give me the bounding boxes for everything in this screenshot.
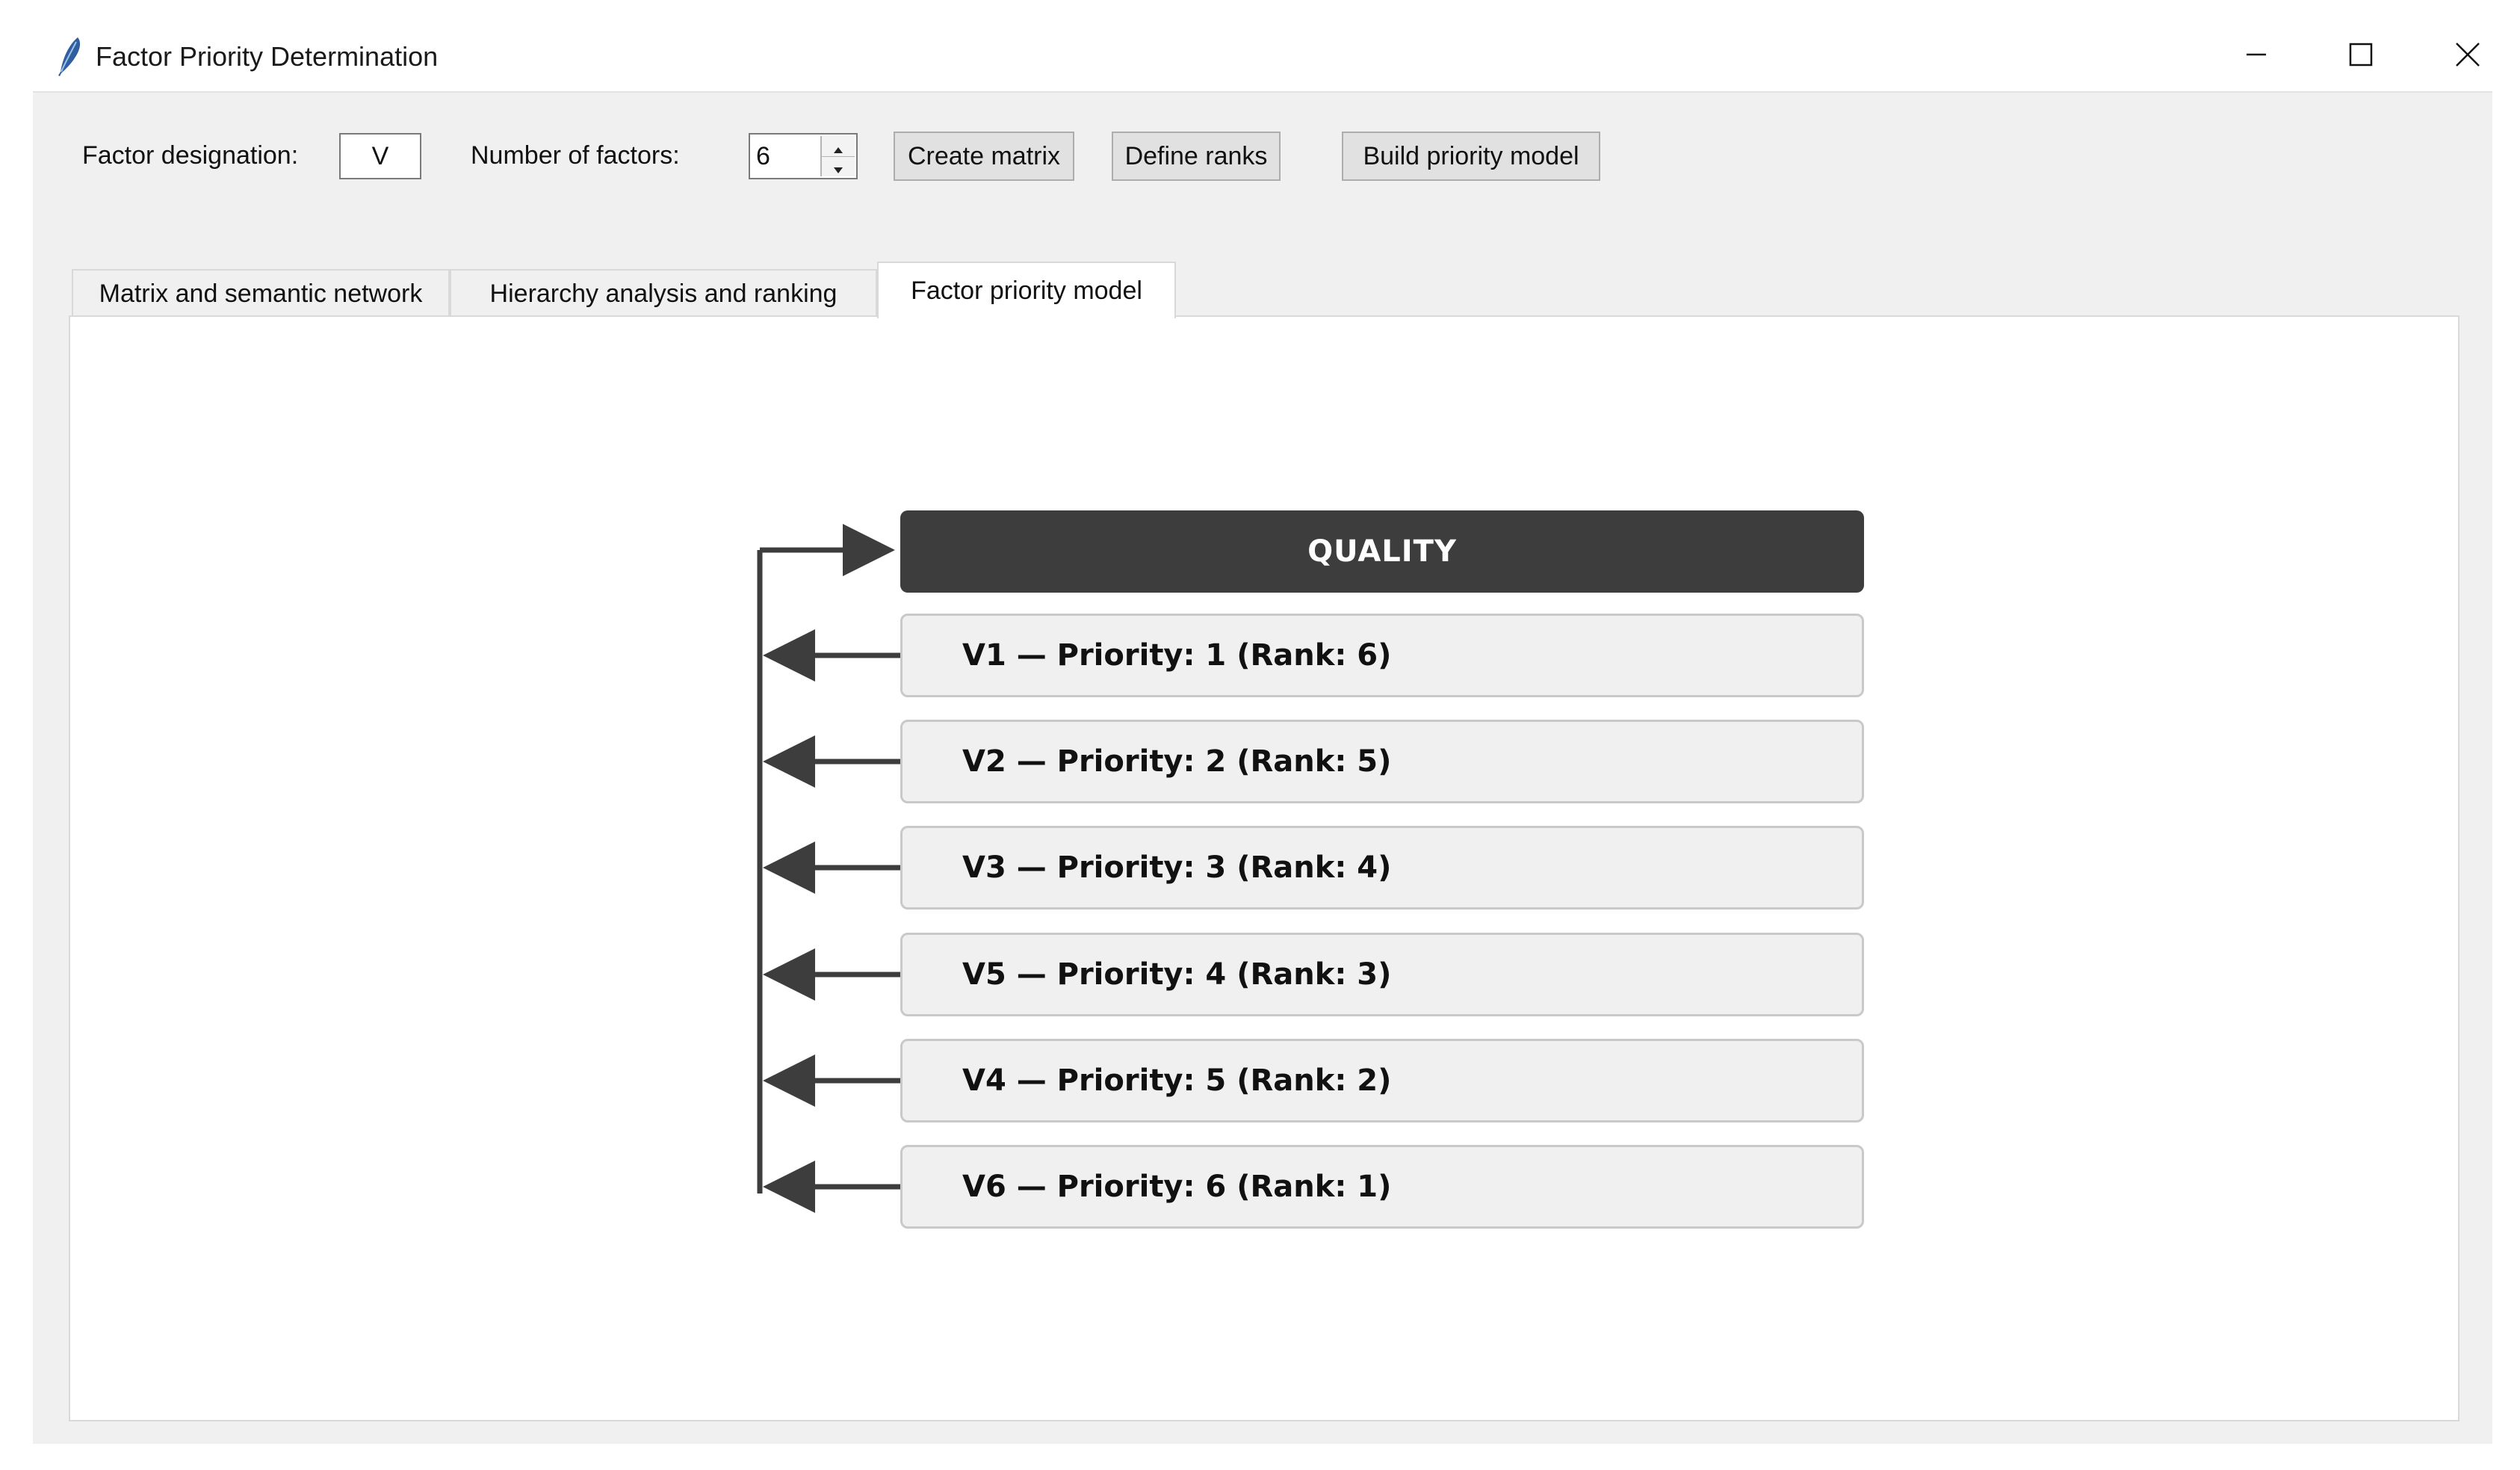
app-window: Factor Priority Determination Factor des… xyxy=(0,0,2520,1470)
close-icon xyxy=(2455,42,2480,71)
minimize-icon xyxy=(2245,43,2267,70)
factor-node: V3 — Priority: 3 (Rank: 4) xyxy=(900,826,1864,910)
quality-root-node: QUALITY xyxy=(900,510,1864,593)
number-of-factors-spinbox[interactable]: 6 xyxy=(749,133,858,179)
spinbox-buttons xyxy=(820,136,855,176)
factor-designation-input[interactable]: V xyxy=(339,133,421,179)
number-of-factors-value: 6 xyxy=(756,141,770,170)
factor-node: V5 — Priority: 4 (Rank: 3) xyxy=(900,933,1864,1016)
window-title: Factor Priority Determination xyxy=(96,41,439,72)
create-matrix-button[interactable]: Create matrix xyxy=(894,132,1074,181)
maximize-icon xyxy=(2349,43,2373,70)
factor-node: V6 — Priority: 6 (Rank: 1) xyxy=(900,1145,1864,1229)
arrow-down-icon xyxy=(833,152,843,181)
factor-designation-label: Factor designation: xyxy=(82,141,299,170)
factor-node: V2 — Priority: 2 (Rank: 5) xyxy=(900,720,1864,803)
tab-hierarchy-analysis[interactable]: Hierarchy analysis and ranking xyxy=(450,269,877,317)
feather-icon xyxy=(55,36,85,78)
tab-matrix-semantic-network[interactable]: Matrix and semantic network xyxy=(72,269,450,317)
title-bar: Factor Priority Determination xyxy=(0,0,2520,91)
spin-down-button[interactable] xyxy=(822,156,855,176)
tab-factor-priority-model[interactable]: Factor priority model xyxy=(877,262,1176,318)
factor-designation-value: V xyxy=(371,141,389,170)
factor-node: V1 — Priority: 1 (Rank: 6) xyxy=(900,614,1864,697)
number-of-factors-label: Number of factors: xyxy=(471,141,680,170)
factor-node: V4 — Priority: 5 (Rank: 2) xyxy=(900,1039,1864,1122)
build-priority-model-button[interactable]: Build priority model xyxy=(1342,132,1600,181)
define-ranks-button[interactable]: Define ranks xyxy=(1112,132,1281,181)
close-button[interactable] xyxy=(2419,22,2516,90)
minimize-button[interactable] xyxy=(2208,22,2305,90)
maximize-button[interactable] xyxy=(2312,22,2409,90)
